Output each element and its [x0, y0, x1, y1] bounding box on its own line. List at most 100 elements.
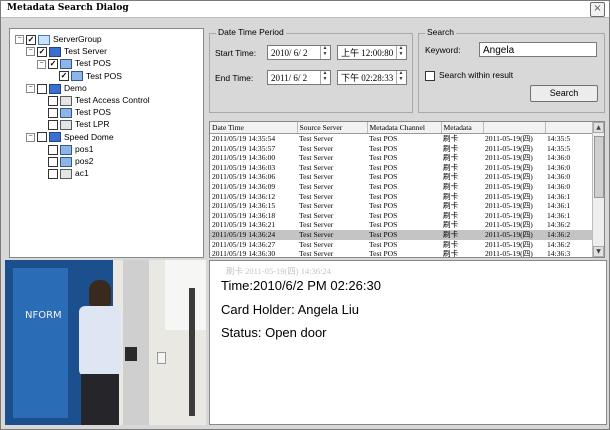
tree-node-checkbox[interactable] [48, 95, 58, 106]
table-cell: Test Server [299, 249, 334, 258]
server-icon [49, 83, 61, 94]
end-date-field[interactable]: 2011/ 6/ 2 ▲ ▼ [267, 70, 331, 85]
tree-node[interactable]: ac1 [37, 167, 89, 179]
table-cell: Test Server [299, 162, 334, 172]
tree-node-checkbox[interactable]: ✓ [59, 71, 69, 82]
close-button[interactable]: × [590, 2, 605, 17]
start-time-spinner[interactable]: ▲ ▼ [396, 46, 405, 59]
tree-node[interactable]: − ✓ ServerGroup [15, 33, 102, 45]
poster-text: NFORM [25, 310, 62, 321]
start-date-field[interactable]: 2010/ 6/ 2 ▲ ▼ [267, 45, 331, 60]
table-row[interactable]: 2011/05/19 14:36:18 Test Server Test POS 刷卡… [210, 211, 592, 221]
scrollbar-thumb[interactable] [594, 136, 604, 198]
table-cell: 2011-05-19(四) [485, 191, 533, 201]
table-cell: 2011/05/19 14:36:06 [212, 172, 276, 182]
collapse-icon[interactable]: − [15, 35, 24, 45]
end-time-field[interactable]: 下午 02:28:33 ▲ ▼ [337, 70, 407, 85]
table-row[interactable]: 2011/05/19 14:35:57 Test Server Test POS 刷卡… [210, 144, 592, 154]
table-cell: 14:35:5 [547, 143, 571, 153]
collapse-icon[interactable]: − [37, 59, 46, 69]
column-header[interactable] [545, 122, 593, 134]
table-row[interactable]: 2011/05/19 14:36:27 Test Server Test POS 刷卡… [210, 240, 592, 250]
collapse-icon[interactable]: − [26, 47, 35, 57]
column-header[interactable]: Metadata [441, 122, 484, 134]
results-grid[interactable]: Date Time Source Server Metadata Channel Me… [209, 121, 605, 258]
table-cell: 2011/05/19 14:36:18 [212, 210, 276, 220]
table-cell: 2011-05-19(四) [485, 201, 533, 211]
tree-node-checkbox[interactable] [48, 120, 58, 131]
keyword-input[interactable]: Angela [479, 42, 597, 57]
tree-node[interactable]: − Demo [26, 82, 87, 94]
detail-card-holder: Card Holder: Angela Liu [221, 302, 360, 317]
device-tree[interactable]: − ✓ ServerGroup − ✓ Test Server − ✓ Test POS ✓ Tes… [9, 28, 204, 258]
tree-node-checkbox[interactable] [48, 144, 58, 155]
table-row[interactable]: 2011/05/19 14:35:54 Test Server Test POS 刷卡… [210, 134, 592, 144]
table-row[interactable]: 2011/05/19 14:36:12 Test Server Test POS 刷卡… [210, 192, 592, 202]
metadata-detail-panel: 刷卡 2011-05-19(四) 14:36:24 Time:2010/6/2 … [209, 260, 607, 425]
table-cell: 刷卡 [443, 191, 459, 201]
table-cell: Test Server [299, 210, 334, 220]
tree-node-label: Speed Dome [64, 131, 114, 142]
date-time-period-label: Date Time Period [216, 27, 286, 37]
tree-node[interactable]: ✓ Test POS [48, 70, 122, 82]
collapse-icon[interactable]: − [26, 132, 35, 142]
tree-node-checkbox[interactable] [48, 168, 58, 179]
tree-node-checkbox[interactable] [48, 107, 58, 118]
scroll-down-arrow-icon[interactable]: ▼ [593, 246, 604, 257]
table-row[interactable]: 2011/05/19 14:36:09 Test Server Test POS 刷卡… [210, 182, 592, 192]
table-row[interactable]: 2011/05/19 14:36:30 Test Server Test POS 刷卡… [210, 249, 592, 258]
table-cell: 2011-05-19(四) [485, 143, 533, 153]
tree-node-checkbox[interactable] [37, 132, 47, 143]
table-row[interactable]: 2011/05/19 14:36:06 Test Server Test POS 刷卡… [210, 172, 592, 182]
end-time-spinner[interactable]: ▲ ▼ [396, 71, 405, 84]
table-row[interactable]: 2011/05/19 14:36:03 Test Server Test POS 刷卡… [210, 163, 592, 173]
tree-node-checkbox[interactable]: ✓ [26, 34, 36, 45]
table-cell: 刷卡 [443, 201, 459, 211]
metadata-search-dialog: Metadata Search Dialog × − ✓ ServerGroup − ✓… [0, 0, 610, 430]
tree-node[interactable]: − Speed Dome [26, 131, 114, 143]
column-header[interactable]: Date Time [210, 122, 298, 134]
tree-node[interactable]: pos2 [37, 155, 93, 167]
table-row[interactable]: 2011/05/19 14:36:15 Test Server Test POS 刷卡… [210, 201, 592, 211]
search-button[interactable]: Search [530, 85, 598, 102]
scroll-up-arrow-icon[interactable]: ▲ [593, 122, 604, 133]
table-cell: Test Server [299, 239, 334, 249]
tree-node-checkbox[interactable]: ✓ [37, 46, 47, 57]
results-scrollbar[interactable]: ▲ ▼ [592, 122, 604, 257]
tree-node[interactable]: − ✓ Test Server [26, 45, 107, 57]
tree-node-label: Test POS [75, 58, 111, 69]
collapse-icon[interactable]: − [26, 84, 35, 94]
title-bar: Metadata Search Dialog × [1, 1, 609, 18]
detail-time: Time:2010/6/2 PM 02:26:30 [221, 278, 381, 293]
table-cell: 14:36:2 [545, 229, 592, 240]
table-row[interactable]: 2011/05/19 14:36:24 Test Server Test POS 刷卡… [210, 229, 592, 240]
tree-node[interactable]: Test LPR [37, 118, 110, 131]
tree-node[interactable]: pos1 [37, 143, 93, 155]
table-cell: Test Server [299, 153, 334, 163]
table-cell: 2011-05-19(四) [483, 229, 545, 240]
start-time-field[interactable]: 上午 12:00:80 ▲ ▼ [337, 45, 407, 60]
person-head [89, 280, 111, 308]
column-header[interactable]: Metadata Channel [367, 122, 442, 134]
table-cell: 14:36:0 [547, 172, 571, 182]
video-preview[interactable]: NFORM [5, 260, 206, 425]
table-row[interactable]: 2011/05/19 14:36:00 Test Server Test POS 刷卡… [210, 153, 592, 163]
column-header[interactable] [483, 122, 546, 134]
tree-node-checkbox[interactable]: ✓ [48, 59, 58, 70]
table-cell: 14:36:0 [547, 181, 571, 191]
detail-status: Status: Open door [221, 325, 327, 340]
column-header[interactable]: Source Server [297, 122, 368, 134]
table-row[interactable]: 2011/05/19 14:36:21 Test Server Test POS 刷卡… [210, 220, 592, 230]
end-date-spinner[interactable]: ▲ ▼ [320, 71, 329, 84]
tree-node-checkbox[interactable] [48, 156, 58, 167]
tree-node[interactable]: Test POS [37, 106, 111, 118]
tree-node-label: pos2 [75, 156, 94, 166]
tree-node[interactable]: Test Access Control [37, 94, 150, 106]
start-date-spinner[interactable]: ▲ ▼ [320, 46, 329, 59]
search-within-checkbox[interactable] [425, 71, 435, 81]
tree-node-checkbox[interactable] [37, 83, 47, 94]
table-cell: 2011/05/19 14:36:03 [212, 162, 276, 172]
table-cell: Test POS [369, 181, 398, 191]
tree-node[interactable]: − ✓ Test POS [37, 57, 111, 70]
table-cell: Test POS [369, 249, 398, 258]
